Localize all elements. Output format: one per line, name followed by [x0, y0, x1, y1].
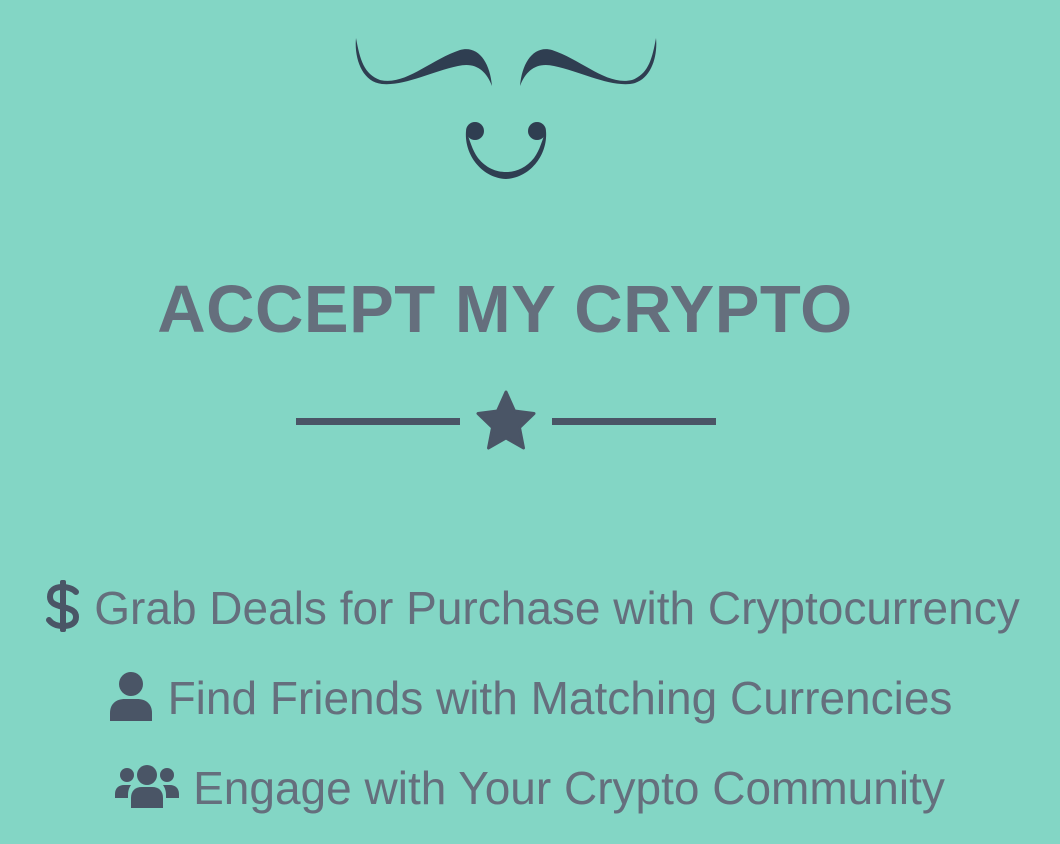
title-divider	[296, 390, 716, 450]
dollar-sign-icon	[46, 579, 80, 637]
page-title: ACCEPT MY CRYPTO	[157, 272, 853, 347]
feature-item-deals: Grab Deals for Purchase with Cryptocurre…	[0, 563, 1060, 653]
feature-label: Engage with Your Crypto Community	[193, 762, 945, 814]
feature-label: Grab Deals for Purchase with Cryptocurre…	[94, 582, 1020, 634]
star-icon	[476, 390, 536, 450]
users-group-icon	[115, 764, 180, 813]
features-list: Grab Deals for Purchase with Cryptocurre…	[0, 563, 1060, 833]
feature-item-friends: Find Friends with Matching Currencies	[0, 653, 1060, 743]
divider-line-right	[552, 418, 716, 425]
mustache-smile-logo-icon	[355, 38, 657, 179]
divider-line-left	[296, 418, 460, 425]
feature-label: Find Friends with Matching Currencies	[167, 672, 953, 724]
user-icon	[108, 671, 154, 726]
feature-item-community: Engage with Your Crypto Community	[0, 743, 1060, 833]
